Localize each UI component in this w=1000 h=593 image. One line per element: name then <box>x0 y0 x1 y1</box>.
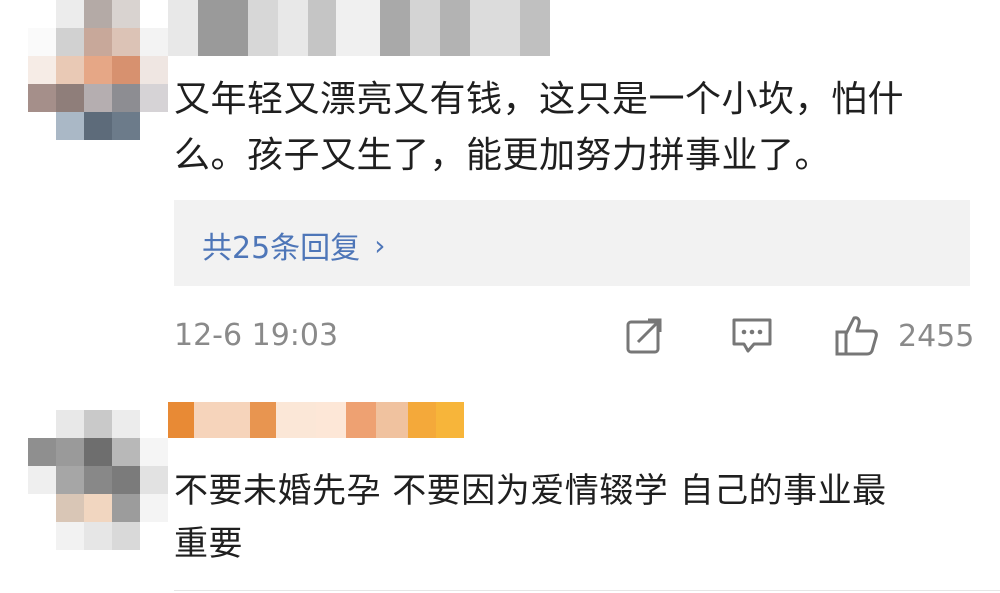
comment-text: 不要未婚先孕 不要因为爱情辍学 自己的事业最 重要 <box>174 465 944 571</box>
like-button[interactable]: 2455 <box>834 314 974 358</box>
comment-card: 不要未婚先孕 不要因为爱情辍学 自己的事业最 重要 <box>0 380 1000 593</box>
comment-text-line: 重要 <box>174 524 243 564</box>
avatar[interactable] <box>28 0 168 140</box>
username-redacted[interactable] <box>168 402 464 438</box>
chevron-right-icon: › <box>374 228 386 262</box>
replies-count-label: 共25条回复 <box>202 231 361 266</box>
comment-text-line: 又年轻又漂亮又有钱，这只是一个小坎，怕什 <box>174 79 905 120</box>
divider <box>174 590 1000 591</box>
comment-icon <box>732 318 772 353</box>
username-redacted[interactable] <box>168 0 550 56</box>
avatar[interactable] <box>28 410 168 550</box>
comment-text-line: 么。孩子又生了，能更加努力拼事业了。 <box>174 135 832 176</box>
repost-button[interactable] <box>624 314 666 356</box>
comment-meta: 12-6 19:03 2455 <box>174 308 974 364</box>
comment-text: 又年轻又漂亮又有钱，这只是一个小坎，怕什 么。孩子又生了，能更加努力拼事业了。 <box>174 72 944 184</box>
comment-text-line: 不要未婚先孕 不要因为爱情辍学 自己的事业最 <box>174 471 887 511</box>
like-count: 2455 <box>898 318 975 354</box>
like-icon <box>835 316 878 356</box>
view-replies-link[interactable]: 共25条回复 › <box>202 223 385 267</box>
timestamp: 12-6 19:03 <box>174 318 339 353</box>
replies-preview[interactable]: 共25条回复 › <box>174 200 970 286</box>
comment-card: 又年轻又漂亮又有钱，这只是一个小坎，怕什 么。孩子又生了，能更加努力拼事业了。 … <box>0 0 1000 380</box>
reply-button[interactable] <box>730 314 774 356</box>
repost-icon <box>626 318 662 354</box>
